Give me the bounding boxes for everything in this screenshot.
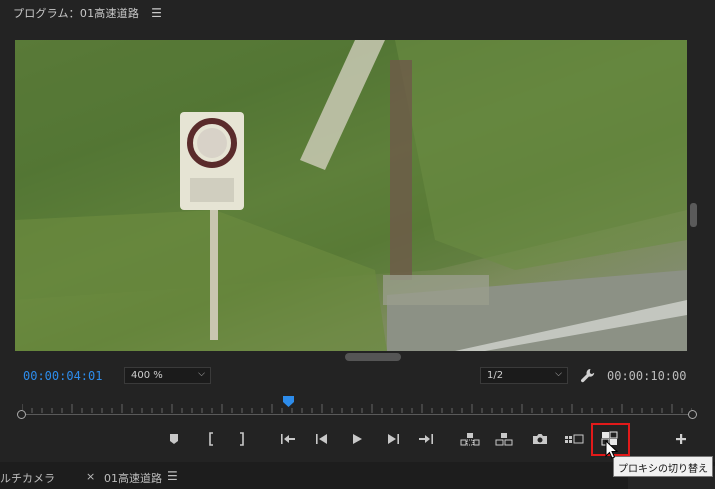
ruler-ticks [21, 404, 693, 413]
current-timecode[interactable]: 00:00:04:01 [23, 369, 102, 383]
comparison-view-button[interactable] [564, 430, 584, 448]
time-ruler[interactable] [21, 395, 693, 415]
in-point-handle[interactable] [17, 410, 26, 419]
play-icon [353, 434, 362, 444]
button-editor-button[interactable] [671, 430, 691, 448]
program-monitor-panel: プログラム：01高速道路 ☰ 00:00:04:01 400 % ⌵ 1/2 ⌵ [0, 0, 715, 462]
step-forward-button[interactable] [383, 430, 403, 448]
playback-resolution-value: 1/2 [487, 370, 504, 381]
hamburger-icon[interactable]: ☰ [167, 469, 178, 483]
camera-icon [533, 434, 547, 444]
vertical-scrollbar[interactable] [690, 203, 697, 227]
lift-icon [460, 433, 480, 446]
export-frame-button[interactable] [530, 430, 550, 448]
add-marker-button[interactable] [164, 430, 184, 448]
video-frame-image [15, 40, 687, 351]
tooltip: プロキシの切り替え [613, 456, 713, 477]
zoom-level-select[interactable]: 400 % ⌵ [124, 367, 211, 384]
horizontal-scrollbar[interactable] [345, 353, 401, 361]
mark-out-icon [240, 432, 244, 446]
lift-button[interactable] [460, 430, 480, 448]
go-to-in-button[interactable] [278, 430, 298, 448]
panel-title: プログラム：01高速道路 [13, 7, 140, 20]
tab-multicamera[interactable]: ルチカメラ [0, 470, 55, 486]
go-to-in-icon [281, 434, 295, 444]
playhead[interactable] [283, 396, 294, 407]
extract-icon [495, 433, 513, 446]
marker-icon [170, 434, 178, 444]
go-to-out-button[interactable] [416, 430, 436, 448]
video-preview[interactable] [15, 40, 687, 351]
ruler-baseline [22, 414, 692, 415]
step-forward-icon [388, 434, 399, 444]
comparison-view-icon [565, 434, 584, 444]
wrench-icon[interactable] [579, 367, 597, 385]
zoom-level-value: 400 % [131, 370, 163, 381]
panel-header: プログラム：01高速道路 ☰ [0, 0, 715, 26]
play-button[interactable] [347, 430, 367, 448]
mark-out-button[interactable] [232, 430, 252, 448]
step-back-icon [316, 434, 327, 444]
step-back-button[interactable] [312, 430, 332, 448]
mouse-cursor-icon [605, 440, 619, 459]
go-to-out-icon [419, 434, 433, 444]
mark-in-icon [209, 432, 213, 446]
chevron-down-icon: ⌵ [198, 369, 205, 379]
extract-button[interactable] [494, 430, 514, 448]
plus-icon [676, 434, 686, 444]
close-icon[interactable]: × [86, 470, 95, 483]
mark-in-button[interactable] [201, 430, 221, 448]
duration-timecode: 00:00:10:00 [607, 369, 687, 383]
playback-resolution-select[interactable]: 1/2 ⌵ [480, 367, 568, 384]
chevron-down-icon: ⌵ [555, 369, 562, 379]
hamburger-icon[interactable]: ☰ [151, 6, 162, 20]
out-point-handle[interactable] [688, 410, 697, 419]
tab-sequence[interactable]: 01高速道路 [104, 470, 162, 486]
